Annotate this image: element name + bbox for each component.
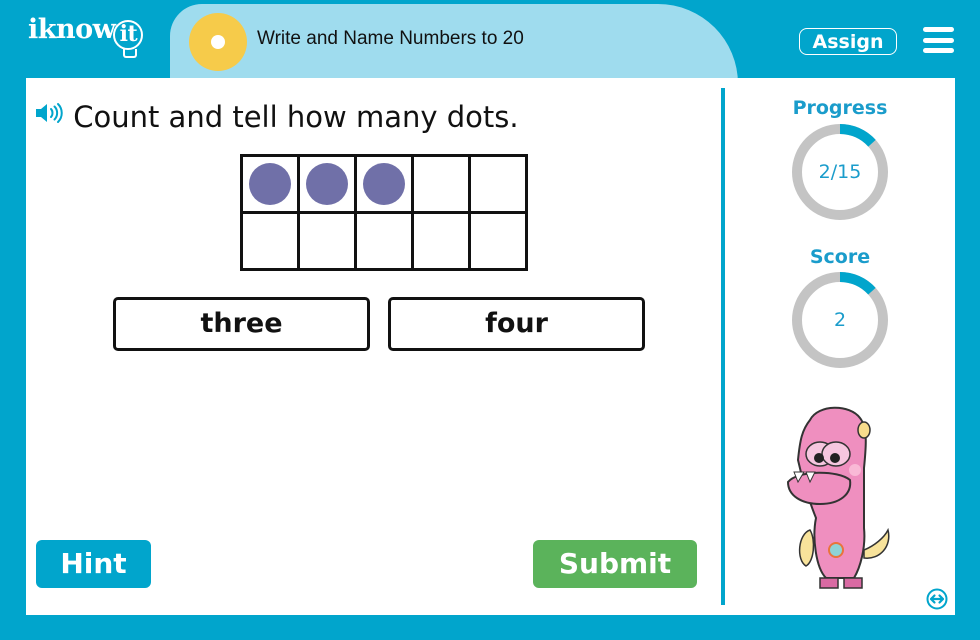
counter-dot [363,163,405,205]
ten-frame-cell [354,211,414,271]
lightbulb-icon: it [113,20,144,58]
sun-icon [189,13,247,71]
question-prompt-row: Count and tell how many dots. [34,100,519,134]
hint-button[interactable]: Hint [36,540,151,588]
counter-dot [306,163,348,205]
progress-value: 2/15 [818,161,862,183]
progress-label: Progress [792,97,888,119]
ten-frame-cell [240,154,300,214]
answer-choice-four[interactable]: four [388,297,645,351]
expand-horizontal-icon[interactable] [926,588,948,610]
ten-frame-cell [354,154,414,214]
ten-frame-cell [468,211,528,271]
hamburger-menu-icon[interactable] [923,27,954,53]
monster-mascot [786,406,890,589]
submit-button[interactable]: Submit [533,540,697,588]
score-label: Score [809,246,871,268]
answer-choice-three[interactable]: three [113,297,370,351]
iknowit-logo[interactable]: iknow it [28,14,144,58]
score-value: 2 [833,309,847,331]
ten-frame-cell [411,211,471,271]
ten-frame-cell [240,211,300,271]
ten-frame-row [240,211,528,271]
question-text: Count and tell how many dots. [73,100,519,134]
speaker-icon[interactable] [34,101,64,125]
assign-button[interactable]: Assign [799,28,897,55]
ten-frame-row [240,154,528,214]
ten-frame [240,154,528,271]
panel-divider [721,88,725,605]
ten-frame-cell [468,154,528,214]
ten-frame-cell [297,154,357,214]
ten-frame-cell [297,211,357,271]
counter-dot [249,163,291,205]
lesson-title: Write and Name Numbers to 20 [257,28,524,49]
logo-text: iknow [28,14,116,45]
ten-frame-cell [411,154,471,214]
